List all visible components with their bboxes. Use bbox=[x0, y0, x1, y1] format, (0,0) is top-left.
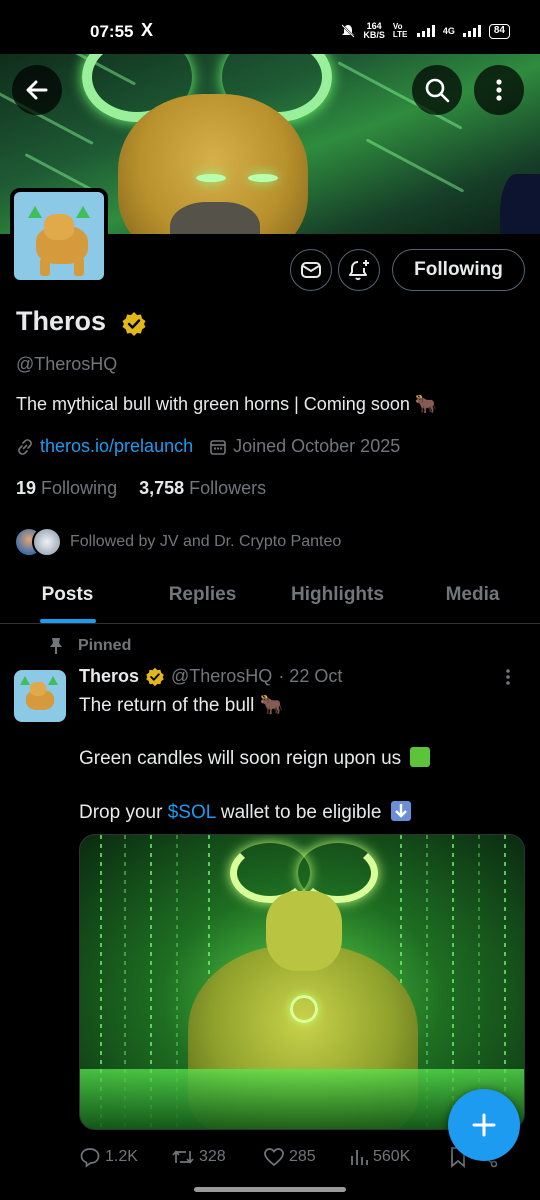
tab-highlights[interactable]: Highlights bbox=[270, 568, 405, 623]
like-button[interactable]: 285 bbox=[263, 1146, 349, 1168]
link-icon bbox=[18, 438, 32, 455]
more-vertical-icon bbox=[506, 669, 510, 685]
back-arrow-icon bbox=[26, 80, 48, 100]
profile-avatar[interactable] bbox=[10, 188, 108, 284]
signal-icon-2 bbox=[462, 25, 481, 37]
followed-by-text: Followed by JV and Dr. Crypto Panteo bbox=[70, 533, 342, 550]
post-image[interactable] bbox=[79, 834, 525, 1130]
message-button[interactable] bbox=[290, 249, 332, 291]
network-label: 4G bbox=[442, 26, 455, 36]
post-more-button[interactable] bbox=[505, 668, 511, 692]
more-options-button[interactable] bbox=[474, 65, 524, 115]
reply-button[interactable]: 1.2K bbox=[79, 1146, 171, 1168]
compose-post-button[interactable] bbox=[448, 1089, 520, 1161]
followed-by-avatars bbox=[14, 527, 62, 557]
notifications-button[interactable] bbox=[338, 249, 380, 291]
cashtag-link[interactable]: $SOL bbox=[168, 802, 216, 823]
calendar-icon bbox=[210, 439, 226, 455]
post-handle[interactable]: @TherosHQ bbox=[171, 666, 272, 687]
post-actions: 1.2K 328 285 560K bbox=[79, 1146, 519, 1168]
avatar bbox=[32, 527, 62, 557]
verified-badge-icon[interactable] bbox=[121, 311, 147, 337]
post-header: Theros @TherosHQ · 22 Oct bbox=[79, 666, 342, 687]
profile-handle: @TherosHQ bbox=[16, 354, 118, 374]
bell-plus-icon bbox=[349, 260, 369, 281]
like-icon bbox=[264, 1148, 284, 1167]
volte-label: Vo LTE bbox=[392, 22, 408, 39]
back-button[interactable] bbox=[12, 65, 62, 115]
more-vertical-icon bbox=[496, 79, 502, 101]
post-text-line-3: Drop your $SOL wallet to be eligible bbox=[79, 801, 411, 824]
image-emblem bbox=[290, 995, 318, 1023]
status-indicators: 164 KB/S Vo LTE 4G 84 bbox=[341, 22, 510, 40]
reply-icon bbox=[80, 1148, 100, 1168]
mail-icon bbox=[301, 262, 321, 278]
home-indicator[interactable] bbox=[194, 1187, 346, 1192]
x-app-icon: X bbox=[141, 20, 154, 40]
views-icon bbox=[351, 1150, 368, 1165]
follow-stats: 19 Following 3,758 Followers bbox=[16, 478, 266, 499]
profile-tabs: Posts Replies Highlights Media bbox=[0, 568, 540, 624]
plus-icon bbox=[472, 1113, 496, 1137]
pin-icon bbox=[50, 638, 62, 654]
mute-icon bbox=[341, 24, 356, 38]
display-name: Theros bbox=[16, 306, 107, 336]
status-bar: 07:55 X 164 KB/S Vo LTE 4G 84 bbox=[0, 0, 540, 54]
following-stat[interactable]: 19 Following bbox=[16, 478, 117, 499]
post-text-line-2: Green candles will soon reign upon us bbox=[79, 747, 431, 770]
pinned-label: Pinned bbox=[78, 637, 132, 654]
down-arrow-icon bbox=[390, 801, 411, 821]
verified-badge-icon bbox=[146, 667, 164, 686]
status-time: 07:55 bbox=[90, 22, 134, 41]
following-button[interactable]: Following bbox=[392, 249, 525, 291]
followed-by-row[interactable]: Followed by JV and Dr. Crypto Panteo bbox=[14, 527, 341, 557]
repost-button[interactable]: 328 bbox=[171, 1146, 263, 1168]
post-date[interactable]: · 22 Oct bbox=[278, 666, 342, 687]
tab-posts[interactable]: Posts bbox=[0, 568, 135, 623]
profile-bio: The mythical bull with green horns | Com… bbox=[16, 394, 438, 414]
followers-stat[interactable]: 3,758 Followers bbox=[139, 478, 266, 499]
image-bull-head bbox=[266, 891, 342, 971]
views-button[interactable]: 560K bbox=[349, 1147, 449, 1167]
tab-media[interactable]: Media bbox=[405, 568, 540, 623]
profile-website-link[interactable]: theros.io/prelaunch bbox=[40, 436, 193, 457]
banner-bull-snout bbox=[170, 202, 260, 234]
pinned-indicator: Pinned bbox=[48, 637, 131, 655]
green-square-icon bbox=[410, 747, 431, 767]
joined-date: Joined October 2025 bbox=[233, 436, 401, 456]
battery-icon: 84 bbox=[488, 23, 510, 39]
signal-icon bbox=[416, 25, 435, 37]
post-avatar[interactable] bbox=[14, 670, 66, 722]
repost-icon bbox=[172, 1150, 194, 1164]
tab-replies[interactable]: Replies bbox=[135, 568, 270, 623]
post-text-line-1: The return of the bull 🐂 bbox=[79, 695, 284, 716]
profile-meta: theros.io/prelaunch Joined October 2025 bbox=[16, 436, 400, 457]
search-icon bbox=[425, 78, 450, 103]
net-speed: 164 KB/S bbox=[363, 21, 385, 40]
search-button[interactable] bbox=[412, 65, 462, 115]
post-author[interactable]: Theros bbox=[79, 666, 139, 687]
